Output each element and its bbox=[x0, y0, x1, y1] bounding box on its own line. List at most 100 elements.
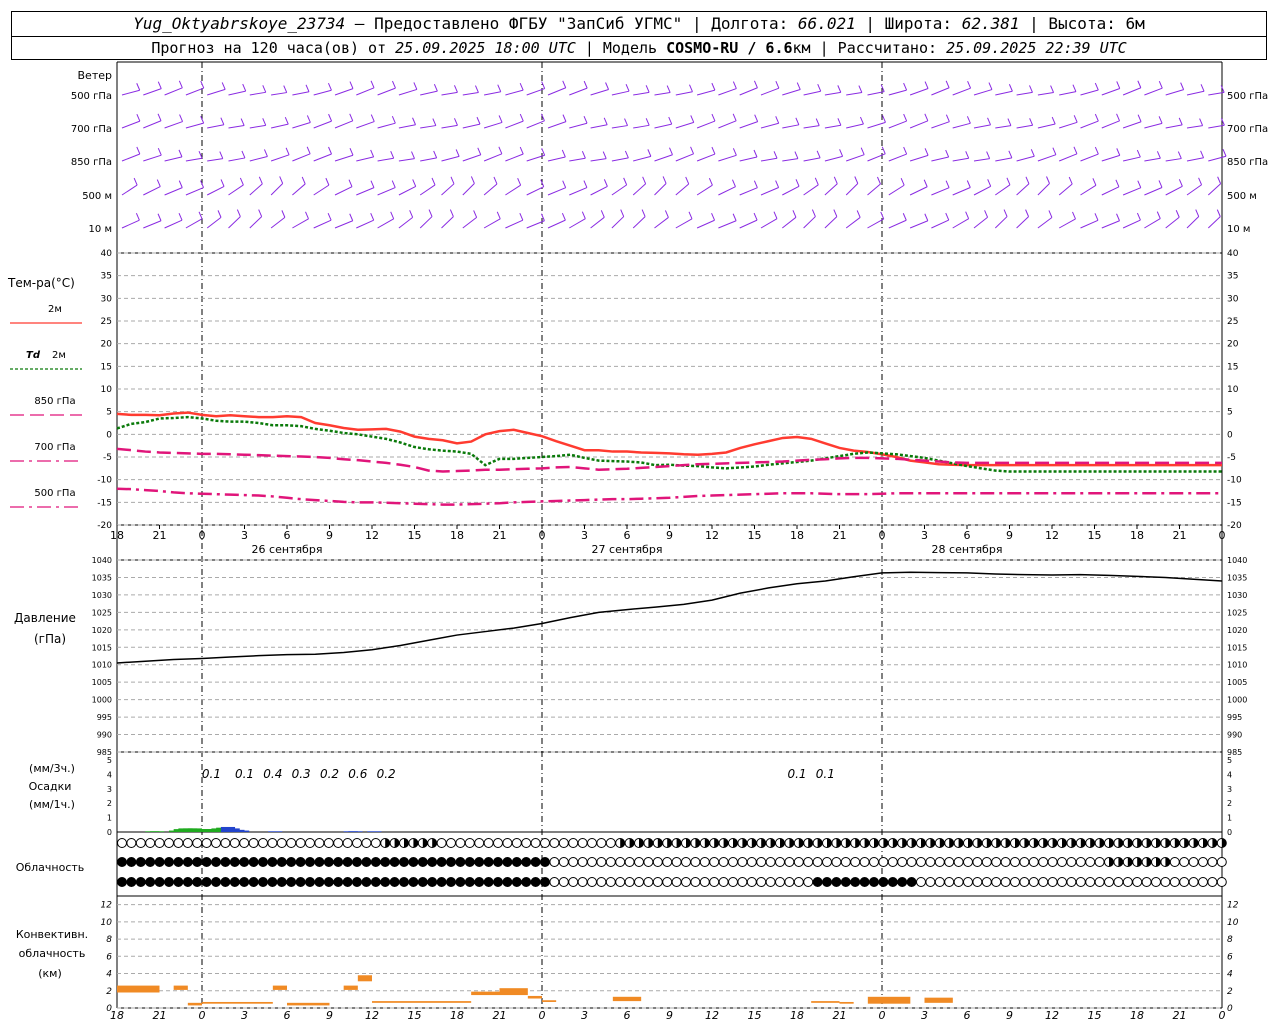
wind-barb bbox=[1080, 184, 1097, 196]
wind-barb-feather bbox=[1156, 211, 1161, 219]
wind-barb bbox=[569, 218, 586, 229]
wind-barb-feather bbox=[903, 82, 908, 91]
temp-tick-right: 20 bbox=[1227, 340, 1239, 350]
conv-tick-right: 10 bbox=[1227, 918, 1239, 928]
wind-barb-feather bbox=[1137, 180, 1142, 188]
wind-barb-feather bbox=[605, 82, 610, 90]
wind-barb bbox=[867, 218, 884, 229]
wind-barb bbox=[803, 125, 820, 129]
wind-barb bbox=[760, 218, 778, 229]
temp-tick-right: 30 bbox=[1227, 294, 1239, 304]
pressure-tick-left: 1015 bbox=[92, 643, 112, 652]
cloud-marker bbox=[681, 857, 691, 867]
wind-barb-feather bbox=[859, 116, 864, 125]
cloud-marker bbox=[793, 857, 804, 867]
cloud-marker bbox=[182, 857, 193, 867]
cloud-marker bbox=[1028, 877, 1039, 887]
cloud-marker bbox=[323, 877, 334, 887]
wind-barb bbox=[696, 153, 716, 162]
pressure-tick-left: 1020 bbox=[92, 626, 112, 635]
wind-barb-feather bbox=[349, 213, 354, 221]
wind-barb bbox=[611, 184, 627, 196]
wind-barb-feather bbox=[945, 80, 950, 88]
wind-barb bbox=[824, 183, 838, 196]
wind-barb-feather bbox=[816, 150, 821, 159]
wind-barb bbox=[1144, 187, 1163, 196]
wind-barb bbox=[249, 216, 262, 229]
cloud-marker bbox=[126, 838, 137, 848]
cloud-marker bbox=[352, 877, 362, 887]
wind-barb-feather bbox=[370, 212, 375, 221]
cloud-marker bbox=[530, 877, 541, 887]
cloud-marker bbox=[587, 877, 597, 887]
wind-barb bbox=[718, 186, 736, 196]
wind-barb bbox=[228, 157, 246, 162]
cloud-marker bbox=[521, 838, 532, 848]
wind-barb bbox=[185, 218, 203, 229]
cloud-marker bbox=[662, 857, 673, 867]
cloud-marker bbox=[267, 857, 278, 867]
cloud-marker bbox=[173, 877, 184, 887]
wind-barb-feather bbox=[391, 115, 396, 124]
wind-barb-feather bbox=[732, 81, 737, 89]
wind-barb-feather bbox=[498, 115, 503, 123]
wind-barb-feather bbox=[1158, 180, 1163, 188]
wind-barb bbox=[164, 121, 183, 129]
wind-barb-feather bbox=[413, 82, 418, 90]
pressure-tick-right: 1000 bbox=[1227, 696, 1247, 705]
wind-barb-feather bbox=[240, 118, 245, 126]
wind-barb-feather bbox=[136, 113, 141, 122]
cloud-marker bbox=[1094, 857, 1105, 867]
wind-barb-feather bbox=[583, 180, 588, 188]
wind-barb-feather bbox=[306, 115, 311, 123]
temp-tick-right: 5 bbox=[1227, 408, 1233, 418]
wind-barb-feather bbox=[454, 118, 458, 126]
wind-barb-feather bbox=[325, 177, 330, 186]
wind-barb bbox=[292, 153, 311, 162]
wind-barb-feather bbox=[923, 179, 928, 187]
pressure-tick-right: 1010 bbox=[1227, 661, 1247, 670]
cloud-marker bbox=[314, 838, 325, 848]
time-tick-label-bottom: 21 bbox=[153, 1009, 167, 1022]
wind-barb bbox=[164, 87, 183, 96]
wind-barb-feather bbox=[493, 176, 498, 185]
conv-segment bbox=[499, 988, 528, 996]
wind-barb-feather bbox=[157, 213, 162, 221]
wind-barb bbox=[462, 123, 481, 129]
wind-barb-feather bbox=[620, 209, 625, 217]
cloud-marker bbox=[389, 877, 400, 887]
time-tick-label-bottom: 0 bbox=[879, 1009, 886, 1022]
wind-barb bbox=[845, 183, 859, 196]
cloud-marker bbox=[399, 877, 409, 887]
cloud-marker bbox=[652, 857, 663, 867]
wind-barb bbox=[313, 89, 332, 96]
cloud-marker bbox=[671, 877, 682, 887]
conv-tick-right: 2 bbox=[1227, 987, 1233, 997]
wind-barb bbox=[952, 122, 971, 129]
wind-barb-feather bbox=[1158, 81, 1163, 89]
cloud-marker bbox=[558, 857, 569, 867]
pressure-tick-right: 1040 bbox=[1227, 556, 1247, 565]
cloud-marker bbox=[1198, 877, 1208, 887]
wind-barb-feather bbox=[236, 209, 241, 217]
cloud-marker bbox=[737, 877, 748, 887]
time-tick-label: 6 bbox=[964, 529, 971, 542]
wind-barb bbox=[867, 153, 886, 162]
time-tick-label: 0 bbox=[1219, 529, 1226, 542]
pressure-tick-left: 1025 bbox=[92, 608, 112, 617]
wind-barb-feather bbox=[1030, 149, 1035, 157]
time-tick-label: 18 bbox=[110, 529, 124, 542]
cloud-marker bbox=[239, 838, 250, 848]
conv-tick-left: 4 bbox=[106, 970, 112, 980]
precip-tick-left: 4 bbox=[107, 770, 112, 779]
wind-barb-feather bbox=[561, 149, 566, 158]
precip-bar bbox=[150, 831, 165, 832]
wind-barb-feather bbox=[306, 146, 311, 155]
wind-barb bbox=[526, 186, 544, 196]
wind-level-label-right: 850 гПа bbox=[1227, 157, 1268, 168]
cloud-marker bbox=[239, 877, 250, 887]
wind-barb bbox=[760, 187, 779, 196]
conv-tick-right: 0 bbox=[1227, 1004, 1233, 1014]
wind-barb bbox=[675, 218, 693, 229]
wind-barb bbox=[1016, 91, 1033, 96]
